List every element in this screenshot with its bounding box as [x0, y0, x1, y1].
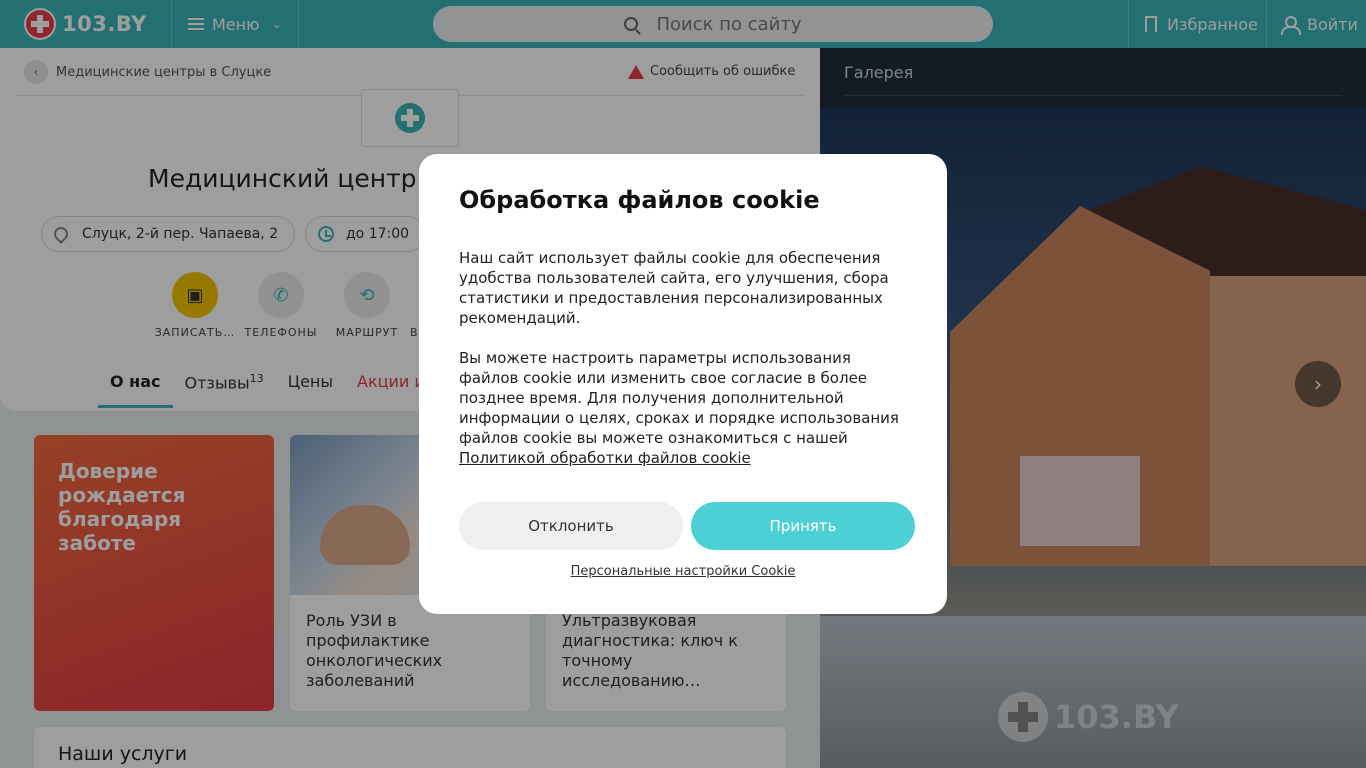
accept-button[interactable]: Принять [691, 502, 915, 550]
decline-button[interactable]: Отклонить [459, 502, 683, 550]
cookie-paragraph-2-text: Вы можете настроить параметры использова… [459, 349, 899, 447]
cookie-personal-settings-link[interactable]: Персональные настройки Cookie [419, 564, 947, 579]
cookie-button-row: Отклонить Принять [459, 502, 915, 550]
cookie-modal: Обработка файлов cookie Наш сайт использ… [419, 154, 947, 614]
cookie-paragraph-2: Вы можете настроить параметры использова… [459, 348, 907, 468]
cookie-policy-link[interactable]: Политикой обработки файлов cookie [459, 448, 907, 468]
cookie-modal-title: Обработка файлов cookie [459, 186, 820, 214]
cookie-paragraph-1: Наш сайт использует файлы cookie для обе… [459, 249, 889, 327]
